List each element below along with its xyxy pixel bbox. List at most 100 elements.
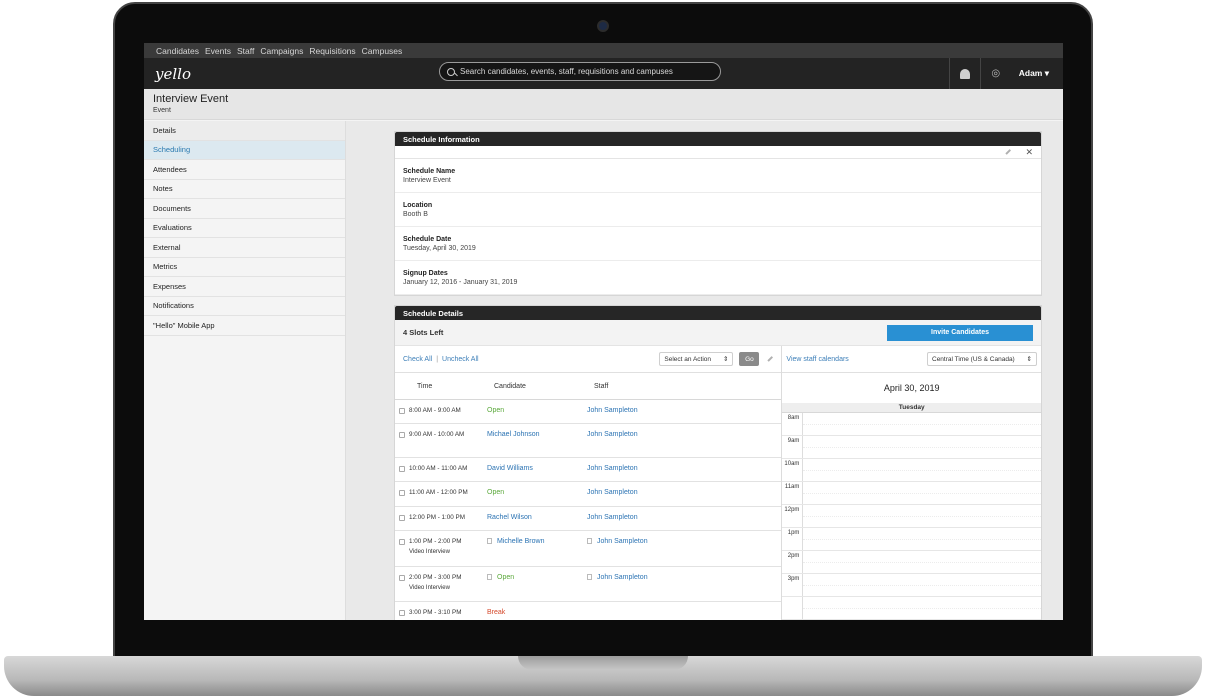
nav-events[interactable]: Events — [205, 46, 231, 56]
calendar-hour-row[interactable]: 12pm — [782, 505, 1041, 528]
staff-name[interactable]: John Sampleton — [597, 574, 648, 581]
calendar-hour-row[interactable] — [782, 597, 1041, 620]
slot-time-cell: 11:00 AM - 12:00 PM — [395, 489, 487, 496]
page-header: Interview Event Event — [144, 89, 1063, 120]
slot-time-wrap: 12:00 PM - 1:00 PM — [409, 514, 465, 521]
calendar-hour-row[interactable]: 1pm — [782, 528, 1041, 551]
calendar-day: Tuesday — [782, 403, 1041, 413]
action-select-value: Select an Action — [664, 355, 712, 363]
hour-label: 3pm — [782, 574, 804, 596]
timezone-select[interactable]: Central Time (US & Canada) ⇕ — [927, 352, 1037, 366]
slot-checkbox[interactable] — [399, 575, 405, 581]
calendar-hour-row[interactable]: 8am — [782, 413, 1041, 436]
sidebar-item[interactable]: Metrics — [144, 258, 345, 277]
staff-name[interactable]: John Sampleton — [587, 407, 638, 414]
sidebar-item[interactable]: Notes — [144, 180, 345, 199]
candidate-name[interactable]: Michelle Brown — [497, 538, 544, 545]
staff-name[interactable]: John Sampleton — [597, 538, 648, 545]
candidate-name: Open — [487, 489, 505, 496]
half-hour-line — [803, 470, 1041, 471]
edit-icon[interactable] — [1005, 149, 1012, 155]
slot-time-wrap: 3:00 PM - 3:10 PM — [409, 609, 462, 616]
sidebar-item[interactable]: Details — [144, 121, 345, 141]
slot-checkbox[interactable] — [399, 408, 405, 414]
laptop-notch — [518, 656, 688, 670]
staff-cell: John Sampleton — [587, 407, 687, 414]
sidebar-item[interactable]: External — [144, 238, 345, 258]
invite-candidates-button[interactable]: Invite Candidates — [887, 324, 1033, 341]
hour-label: 8am — [782, 413, 804, 435]
nav-requisitions[interactable]: Requisitions — [309, 46, 355, 56]
calendar-hour-row[interactable]: 10am — [782, 459, 1041, 482]
table-header: Time Candidate Staff — [395, 373, 782, 400]
hour-label: 2pm — [782, 551, 804, 573]
sidebar-item[interactable]: Evaluations — [144, 219, 345, 238]
candidate-name[interactable]: Rachel Wilson — [487, 514, 532, 521]
info-field: Schedule Date Tuesday, April 30, 2019 — [395, 227, 1041, 261]
staff-name[interactable]: John Sampleton — [587, 431, 638, 438]
half-hour-line — [803, 424, 1041, 425]
slots-bar: 4 Slots Left Invite Candidates — [395, 320, 1041, 346]
sidebar-item[interactable]: Expenses — [144, 277, 345, 297]
slot-checkbox[interactable] — [399, 490, 405, 496]
slot-time: 3:00 PM - 3:10 PM — [409, 609, 462, 616]
action-select[interactable]: Select an Action ⇕ — [659, 352, 734, 366]
nav-campuses[interactable]: Campuses — [362, 46, 403, 56]
calendar-hour-row[interactable]: 2pm — [782, 551, 1041, 574]
calendar-hour-row[interactable]: 3pm — [782, 574, 1041, 597]
slot-checkbox[interactable] — [399, 515, 405, 521]
calendar-hour-row[interactable]: 9am — [782, 436, 1041, 459]
search-box[interactable] — [439, 62, 721, 81]
check-all-link[interactable]: Check All — [403, 356, 432, 363]
nav-campaigns[interactable]: Campaigns — [260, 46, 303, 56]
slot-checkbox[interactable] — [399, 432, 405, 438]
staff-name[interactable]: John Sampleton — [587, 514, 638, 521]
slots-left: 4 Slots Left — [403, 328, 444, 337]
candidate-cell: Michael Johnson — [487, 431, 587, 438]
search-icon — [447, 67, 455, 76]
slot-time-wrap: 9:00 AM - 10:00 AM — [409, 431, 464, 438]
staff-name[interactable]: John Sampleton — [587, 489, 638, 496]
help-button[interactable]: ◎ — [981, 58, 1011, 89]
slot-checkbox[interactable] — [399, 466, 405, 472]
staff-cell: John Sampleton — [587, 465, 687, 472]
sidebar-item[interactable]: Scheduling — [144, 140, 345, 160]
close-icon[interactable]: ✕ — [1025, 147, 1033, 158]
app-screen: Candidates Events Staff Campaigns Requisitio… — [144, 43, 1063, 620]
slot-checkbox[interactable] — [399, 610, 405, 616]
yello-logo[interactable]: yello — [155, 65, 191, 83]
sidebar-item[interactable]: Attendees — [144, 160, 345, 180]
slot-time: 2:00 PM - 3:00 PM — [409, 574, 462, 581]
help-chat-icon: ◎ — [991, 68, 1001, 79]
slot-time-wrap: 11:00 AM - 12:00 PM — [409, 489, 468, 496]
go-button[interactable]: Go — [739, 352, 760, 366]
calendar-hour-row[interactable]: 11am — [782, 482, 1041, 505]
schedule-details-panel: Schedule Details 4 Slots Left Invite Can… — [394, 305, 1042, 620]
sidebar-item[interactable]: "Hello" Mobile App — [144, 316, 345, 336]
sidebar-item[interactable]: Documents — [144, 199, 345, 219]
app-header: yello ◎ Adam ▾ — [144, 58, 1063, 89]
slot-time-cell: 8:00 AM - 9:00 AM — [395, 407, 487, 414]
search-input[interactable] — [460, 67, 710, 76]
top-nav: Candidates Events Staff Campaigns Requisitio… — [144, 43, 1063, 58]
staff-cell: John Sampleton — [587, 574, 687, 581]
slot-time-cell: 9:00 AM - 10:00 AM — [395, 431, 487, 438]
half-hour-line — [803, 493, 1041, 494]
view-staff-calendars-link[interactable]: View staff calendars — [786, 356, 848, 363]
half-hour-line — [803, 562, 1041, 563]
slot-checkbox[interactable] — [399, 539, 405, 545]
nav-staff[interactable]: Staff — [237, 46, 254, 56]
table-row: 2:00 PM - 3:00 PM Video Interview Open John… — [395, 567, 782, 602]
uncheck-all-link[interactable]: Uncheck All — [442, 356, 479, 363]
notifications-button[interactable] — [950, 58, 980, 89]
hour-label: 1pm — [782, 528, 804, 550]
staff-name[interactable]: John Sampleton — [587, 465, 638, 472]
sidebar-item[interactable]: Notifications — [144, 297, 345, 316]
user-menu[interactable]: Adam ▾ — [1011, 68, 1063, 79]
candidate-name[interactable]: Michael Johnson — [487, 431, 540, 438]
edit-icon[interactable] — [767, 356, 774, 362]
nav-candidates[interactable]: Candidates — [156, 46, 199, 56]
hour-label — [782, 597, 804, 619]
info-field: Signup Dates January 12, 2016 - January 3… — [395, 261, 1041, 295]
candidate-name[interactable]: David Williams — [487, 465, 533, 472]
